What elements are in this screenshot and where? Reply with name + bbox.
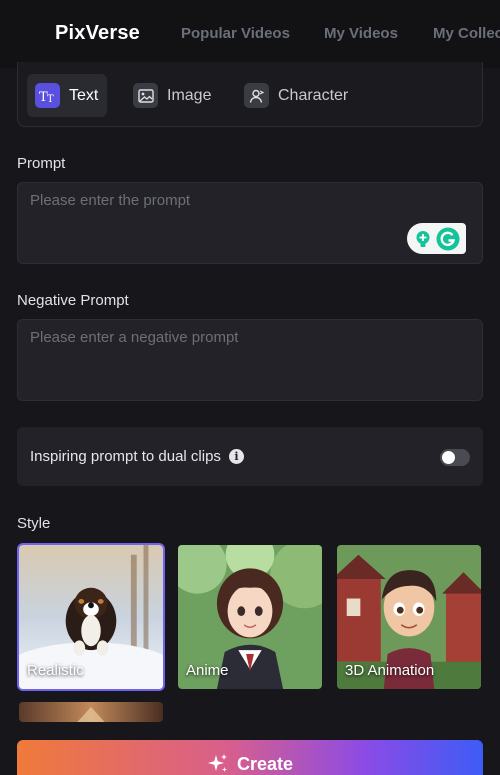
style-card-realistic[interactable]: Realistic <box>17 543 165 691</box>
mode-character-label: Character <box>278 86 349 104</box>
grammarly-icon[interactable] <box>436 227 460 251</box>
mode-image-label: Image <box>167 86 212 104</box>
create-label: Create <box>236 753 294 774</box>
partial-style-thumbnail <box>19 702 163 722</box>
nav-my-videos[interactable]: My Videos <box>324 25 398 42</box>
prompt-label: Prompt <box>17 155 66 172</box>
dual-clips-label: Inspiring prompt to dual clips <box>30 448 221 465</box>
dual-clips-row: Inspiring prompt to dual clips i <box>17 427 483 486</box>
style-name-3d-animation: 3D Animation <box>345 662 435 679</box>
mode-character-button[interactable]: Character <box>236 74 356 117</box>
style-card-anime[interactable]: Anime <box>176 543 324 691</box>
nav-my-collections[interactable]: My Collections <box>433 25 500 42</box>
nav-popular-videos[interactable]: Popular Videos <box>181 25 290 42</box>
toggle-knob <box>442 451 455 464</box>
style-name-realistic: Realistic <box>27 662 84 679</box>
svg-text:T: T <box>47 94 54 103</box>
mode-text-button[interactable]: T T Text <box>27 74 107 117</box>
top-navigation-bar: PixVerse Popular Videos My Videos My Col… <box>0 0 500 68</box>
style-card-partial[interactable] <box>17 700 165 724</box>
lightbulb-icon[interactable] <box>413 229 433 249</box>
dual-clips-toggle[interactable] <box>440 449 470 466</box>
mode-image-button[interactable]: Image <box>125 74 219 117</box>
image-icon <box>133 83 158 108</box>
style-label: Style <box>17 515 51 532</box>
create-button[interactable]: Create <box>17 740 483 775</box>
style-name-anime: Anime <box>186 662 229 679</box>
style-card-3d-animation[interactable]: 3D Animation <box>335 543 483 691</box>
negative-prompt-input[interactable] <box>17 319 483 401</box>
negative-prompt-label: Negative Prompt <box>17 292 129 309</box>
grammarly-widget[interactable] <box>407 223 466 254</box>
info-icon[interactable]: i <box>228 449 244 464</box>
character-icon <box>244 83 269 108</box>
mode-text-label: Text <box>69 86 99 104</box>
prompt-input[interactable] <box>17 182 483 264</box>
pixverse-logo[interactable]: PixVerse <box>55 22 140 45</box>
text-icon: T T <box>35 83 60 108</box>
sparkle-icon <box>207 754 227 772</box>
